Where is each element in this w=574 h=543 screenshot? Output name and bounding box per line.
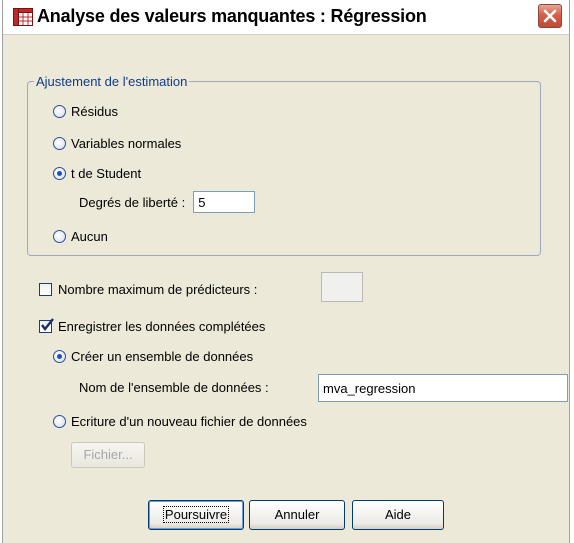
degrees-of-freedom-input[interactable]: 5 [193, 191, 256, 213]
radio-create-dataset-label: Créer un ensemble de données [71, 349, 254, 364]
max-predictors-row[interactable]: Nombre maximum de prédicteurs : [39, 282, 257, 297]
dataset-name-input[interactable]: mva_regression [318, 374, 568, 402]
max-predictors-checkbox[interactable] [39, 283, 52, 296]
save-completed-checkbox[interactable] [39, 318, 54, 333]
window-title: Analyse des valeurs manquantes : Régress… [37, 6, 427, 26]
cancel-button[interactable]: Annuler [249, 500, 345, 530]
dialog-window: Analyse des valeurs manquantes : Régress… [2, 0, 570, 543]
radio-t-de-student[interactable]: t de Student [53, 166, 141, 181]
radio-residus-control[interactable] [53, 105, 66, 118]
radio-aucun[interactable]: Aucun [53, 229, 108, 244]
help-button-label: Aide [384, 507, 412, 522]
radio-aucun-label: Aucun [71, 229, 108, 244]
checkmark-icon [41, 318, 54, 331]
radio-variables-normales-control[interactable] [53, 137, 66, 150]
radio-residus-label: Résidus [71, 104, 118, 119]
radio-write-file-control[interactable] [53, 415, 66, 428]
continue-button-label: Poursuivre [162, 506, 230, 523]
max-predictors-label: Nombre maximum de prédicteurs : [58, 282, 258, 297]
max-predictors-input[interactable] [321, 272, 363, 302]
degrees-of-freedom-row: Degrés de liberté : 5 [79, 191, 256, 213]
save-completed-label: Enregistrer les données complétées [58, 319, 266, 334]
radio-write-file-label: Ecriture d'un nouveau fichier de données [71, 414, 307, 429]
continue-button[interactable]: Poursuivre [148, 500, 244, 530]
help-button[interactable]: Aide [352, 500, 444, 530]
radio-aucun-control[interactable] [53, 230, 66, 243]
data-grid-icon [13, 8, 33, 26]
close-icon [543, 9, 557, 23]
radio-write-file[interactable]: Ecriture d'un nouveau fichier de données [53, 414, 307, 429]
estimation-adjustment-legend: Ajustement de l'estimation [36, 74, 188, 89]
radio-t-de-student-label: t de Student [71, 166, 142, 181]
cancel-button-label: Annuler [274, 507, 320, 522]
file-button[interactable]: Fichier... [71, 442, 145, 468]
save-completed-row[interactable]: Enregistrer les données complétées [39, 318, 266, 334]
degrees-of-freedom-label: Degrés de liberté : [79, 194, 186, 210]
radio-variables-normales-label: Variables normales [71, 136, 182, 151]
dataset-name-row: Nom de l'ensemble de données : [79, 380, 269, 395]
radio-variables-normales[interactable]: Variables normales [53, 136, 181, 151]
dataset-name-label: Nom de l'ensemble de données : [79, 380, 269, 395]
file-button-label: Fichier... [83, 447, 133, 462]
close-button[interactable] [538, 4, 562, 28]
title-bar[interactable]: Analyse des valeurs manquantes : Régress… [3, 0, 569, 35]
radio-create-dataset[interactable]: Créer un ensemble de données [53, 349, 253, 364]
radio-create-dataset-control[interactable] [53, 350, 66, 363]
radio-residus[interactable]: Résidus [53, 104, 118, 119]
radio-t-de-student-control[interactable] [53, 167, 66, 180]
